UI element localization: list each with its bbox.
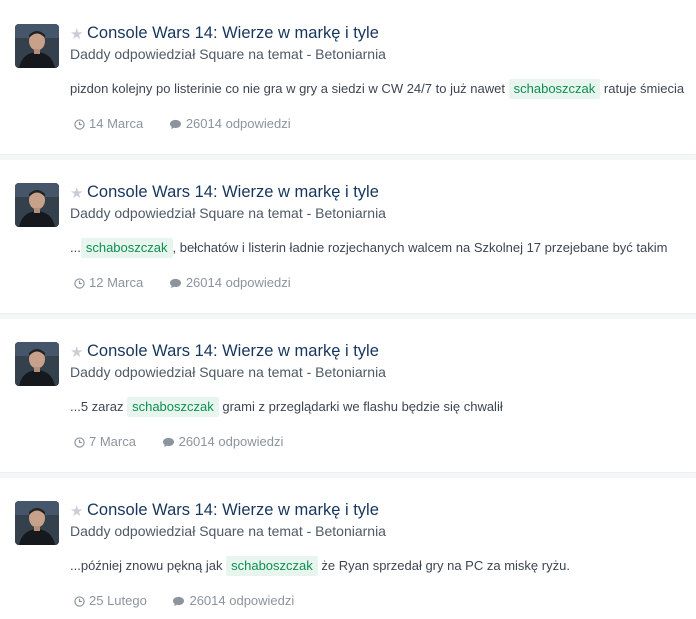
result-title[interactable]: Console Wars 14: Wierze w markę i tyle [87,23,379,43]
result-stats: 7 Marca 26014 odpowiedzi [74,434,305,452]
snippet-text-after: że Ryan sprzedał gry na PC za miskę ryżu… [321,558,570,573]
search-highlight: schaboszczak [127,397,219,417]
search-highlight: schaboszczak [226,556,318,576]
avatar[interactable] [15,342,59,386]
result-stats: 12 Marca 26014 odpowiedzi [74,275,313,293]
result-item: ★ Console Wars 14: Wierze w markę i tyle… [0,319,696,473]
result-title[interactable]: Console Wars 14: Wierze w markę i tyle [87,182,379,202]
result-snippet: pizdon kolejny po listerinie co nie gra … [70,78,684,100]
clock-icon [74,277,85,289]
result-title[interactable]: Console Wars 14: Wierze w markę i tyle [87,341,379,361]
result-meta: Daddy odpowiedział Square na temat - Bet… [70,205,386,221]
result-date: 25 Lutego [89,593,147,608]
snippet-text-before: ...później znowu pękną jak [70,558,223,573]
result-meta: Daddy odpowiedział Square na temat - Bet… [70,46,386,62]
clock-icon [74,595,85,607]
snippet-text-after: , bełchatów i listerin ładnie rozjechany… [172,240,668,255]
snippet-text-after: ratuje śmiecia [603,81,685,96]
result-item: ★ Console Wars 14: Wierze w markę i tyle… [0,0,696,154]
snippet-text-before: pizdon kolejny po listerinie co nie gra … [70,81,505,96]
clock-icon [74,436,85,448]
avatar[interactable] [15,24,59,68]
replies-stat: 26014 odpowiedzi [162,434,284,450]
result-date: 14 Marca [89,116,144,131]
search-highlight: schaboszczak [80,238,173,258]
date-stat: 12 Marca [74,275,143,291]
result-date: 12 Marca [89,275,144,290]
result-replies[interactable]: 26014 odpowiedzi [186,275,291,291]
result-snippet: ... schaboszczak, bełchatów i listerin ła… [70,237,667,259]
result-item: ★ Console Wars 14: Wierze w markę i tyle… [0,160,696,314]
result-stats: 25 Lutego 26014 odpowiedzi [74,593,316,611]
search-highlight: schaboszczak [508,79,601,99]
replies-stat: 26014 odpowiedzi [169,116,291,132]
result-snippet: ...5 zaraz schaboszczak grami z przegląd… [70,396,503,418]
snippet-text-before: ...5 zaraz [70,399,124,414]
date-stat: 25 Lutego [74,593,147,609]
star-icon[interactable]: ★ [70,345,83,361]
date-stat: 14 Marca [74,116,143,132]
avatar[interactable] [15,501,59,545]
snippet-text-after: grami z przeglądarki we flashu będzie si… [222,399,503,414]
star-icon[interactable]: ★ [70,27,83,43]
result-replies[interactable]: 26014 odpowiedzi [186,116,291,132]
replies-stat: 26014 odpowiedzi [172,593,294,609]
result-meta: Daddy odpowiedział Square na temat - Bet… [70,364,386,380]
result-snippet: ...później znowu pękną jak schaboszczak … [70,555,570,577]
comment-icon [162,437,174,447]
result-replies[interactable]: 26014 odpowiedzi [189,593,294,609]
replies-stat: 26014 odpowiedzi [169,275,291,291]
snippet-text-before: ... [70,240,81,255]
result-item: ★ Console Wars 14: Wierze w markę i tyle… [0,478,696,619]
clock-icon [74,118,85,130]
avatar[interactable] [15,183,59,227]
comment-icon [169,119,181,129]
star-icon[interactable]: ★ [70,504,83,520]
result-title[interactable]: Console Wars 14: Wierze w markę i tyle [87,500,379,520]
date-stat: 7 Marca [74,434,136,450]
result-date: 7 Marca [89,434,136,449]
result-meta: Daddy odpowiedział Square na temat - Bet… [70,523,386,539]
result-replies[interactable]: 26014 odpowiedzi [179,434,284,450]
result-stats: 14 Marca 26014 odpowiedzi [74,116,313,134]
search-results-feed: ★ Console Wars 14: Wierze w markę i tyle… [0,0,696,619]
comment-icon [173,596,185,606]
comment-icon [169,278,181,288]
star-icon[interactable]: ★ [70,186,83,202]
